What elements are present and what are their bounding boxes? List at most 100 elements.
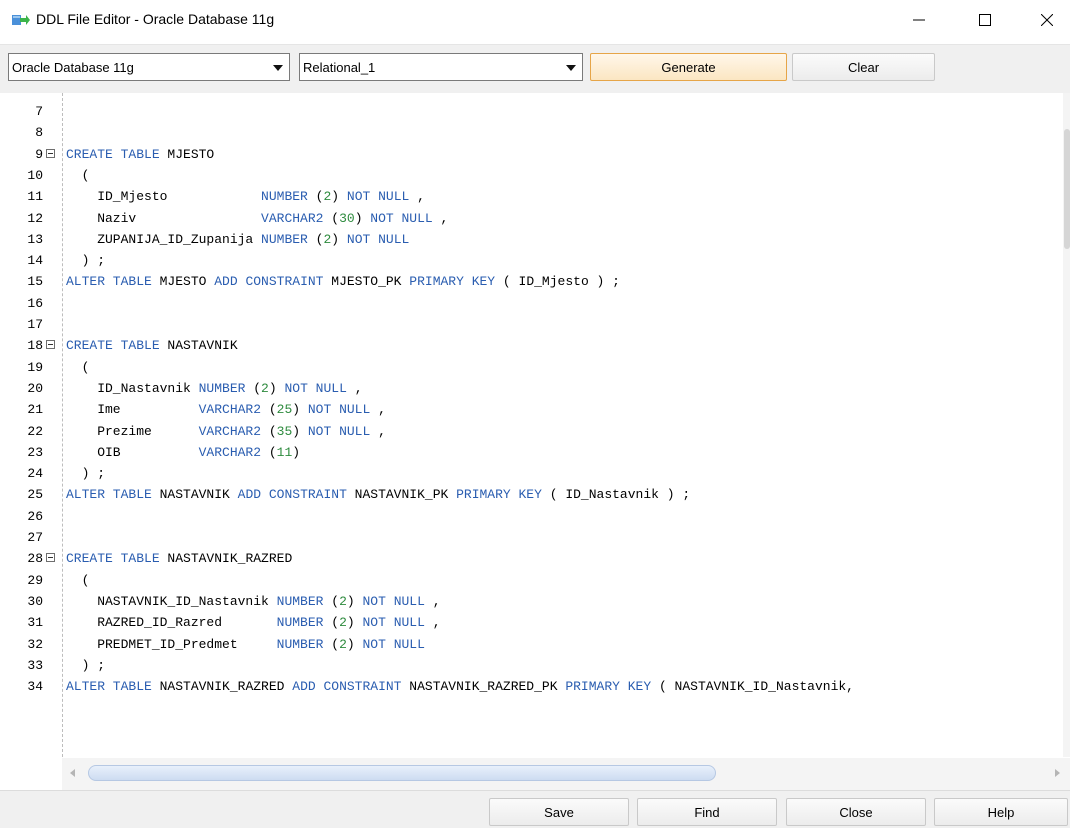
help-button[interactable]: Help — [934, 798, 1068, 826]
scroll-left-icon[interactable] — [70, 769, 75, 777]
sql-text: PREDMET_ID_Predmet — [66, 636, 277, 652]
code-line: 30 NASTAVNIK_ID_Nastavnik NUMBER (2) NOT… — [0, 591, 1063, 613]
sql-keyword: NOT NULL — [362, 593, 425, 609]
window-title: DDL File Editor - Oracle Database 11g — [36, 11, 275, 27]
sql-keyword: VARCHAR2 — [198, 423, 262, 439]
code-line: 18 CREATE TABLE NASTAVNIK — [0, 335, 1063, 357]
sql-text: , — [424, 615, 441, 631]
code-line: 17 — [0, 314, 1063, 336]
collapse-fold-icon[interactable] — [46, 148, 55, 158]
sql-text: NASTAVNIK_ID_Nastavnik — [66, 593, 277, 609]
line-number: 30 — [27, 593, 43, 609]
sql-keyword: NOT NULL — [370, 210, 433, 226]
code-line: 8 — [0, 122, 1063, 144]
collapse-fold-icon[interactable] — [46, 553, 55, 563]
sql-keyword: ALTER TABLE — [66, 274, 152, 290]
code-line: 15 ALTER TABLE MJESTO ADD CONSTRAINT MJES… — [0, 271, 1063, 293]
sql-number: 2 — [339, 593, 347, 609]
line-number: 29 — [27, 572, 43, 588]
sql-text: ( — [323, 636, 340, 652]
line-number: 34 — [27, 679, 43, 695]
vertical-scroll-thumb[interactable] — [1064, 129, 1070, 249]
sql-keyword: CREATE TABLE — [66, 338, 160, 354]
line-number: 13 — [27, 231, 43, 247]
line-number: 23 — [27, 444, 43, 460]
sql-number: 25 — [276, 402, 293, 418]
sql-keyword: NUMBER — [276, 636, 324, 652]
sql-text: ) — [292, 402, 308, 418]
line-number: 18 — [27, 338, 43, 354]
code-text: ) ; — [66, 655, 105, 677]
line-number: 19 — [27, 359, 43, 375]
sql-text: ( — [261, 423, 277, 439]
close-button[interactable]: Close — [786, 798, 926, 826]
code-line: 25 ALTER TABLE NASTAVNIK ADD CONSTRAINT N… — [0, 484, 1063, 506]
vertical-scrollbar[interactable] — [1063, 93, 1070, 757]
bottom-button-bar: Save Find Close Help — [0, 790, 1070, 828]
maximize-button[interactable] — [962, 0, 1008, 40]
code-text: PREDMET_ID_Predmet NUMBER (2) NOT NULL — [66, 634, 425, 656]
sql-text: ) — [346, 615, 363, 631]
line-number: 25 — [27, 487, 43, 503]
sql-text: NASTAVNIK — [151, 487, 238, 503]
code-text: CREATE TABLE NASTAVNIK_RAZRED — [66, 548, 292, 570]
code-line: 31 RAZRED_ID_Razred NUMBER (2) NOT NULL … — [0, 612, 1063, 634]
sql-number: 2 — [339, 615, 347, 631]
line-number: 14 — [27, 253, 43, 269]
model-select-value: Relational_1 — [303, 60, 376, 75]
line-number: 24 — [27, 466, 43, 482]
horizontal-scrollbar[interactable] — [62, 758, 1070, 790]
sql-text: Naziv — [66, 210, 262, 226]
code-line: 29 ( — [0, 570, 1063, 592]
code-line: 11 ID_Mjesto NUMBER (2) NOT NULL , — [0, 186, 1063, 208]
model-select[interactable]: Relational_1 — [299, 53, 583, 81]
title-bar: DDL File Editor - Oracle Database 11g — [0, 0, 1070, 40]
code-text: CREATE TABLE MJESTO — [66, 144, 214, 166]
sql-number: 11 — [276, 444, 293, 460]
line-number: 11 — [27, 189, 43, 205]
line-number: 16 — [27, 295, 43, 311]
line-number: 20 — [27, 380, 43, 396]
line-number: 10 — [27, 167, 43, 183]
sql-text: NASTAVNIK — [159, 338, 238, 354]
sql-text: , — [432, 210, 449, 226]
collapse-fold-icon[interactable] — [46, 340, 55, 350]
sql-keyword: NOT NULL — [307, 423, 371, 439]
code-text: ID_Nastavnik NUMBER (2) NOT NULL , — [66, 378, 362, 400]
sql-text: ) — [331, 189, 347, 205]
code-line: 21 Ime VARCHAR2 (25) NOT NULL , — [0, 399, 1063, 421]
sql-text: ) — [292, 423, 308, 439]
sql-text: ) — [346, 636, 363, 652]
toolbar: Oracle Database 11g Relational_1 Generat… — [0, 44, 1070, 94]
sql-keyword: PRIMARY KEY — [409, 274, 496, 290]
sql-keyword: NUMBER — [261, 189, 308, 205]
clear-button[interactable]: Clear — [792, 53, 935, 81]
minimize-button[interactable] — [896, 0, 942, 40]
code-text: ( — [66, 357, 90, 379]
find-button[interactable]: Find — [637, 798, 777, 826]
line-number: 9 — [35, 146, 43, 162]
sql-text: ( — [323, 615, 340, 631]
sql-keyword: ADD CONSTRAINT — [292, 679, 402, 695]
code-text: NASTAVNIK_ID_Nastavnik NUMBER (2) NOT NU… — [66, 591, 440, 613]
sql-text: ) — [268, 380, 285, 396]
minimize-icon — [913, 19, 925, 21]
horizontal-scroll-thumb[interactable] — [88, 765, 716, 781]
sql-text: , — [370, 402, 386, 418]
sql-text: MJESTO — [151, 274, 215, 290]
line-number: 28 — [27, 551, 43, 567]
generate-button[interactable]: Generate — [590, 53, 787, 81]
sql-text: ( ID_Mjesto ) ; — [495, 274, 620, 290]
code-line: 32 PREDMET_ID_Predmet NUMBER (2) NOT NUL… — [0, 634, 1063, 656]
scroll-right-icon[interactable] — [1055, 769, 1060, 777]
line-number: 22 — [27, 423, 43, 439]
sql-keyword: PRIMARY KEY — [456, 487, 542, 503]
code-line: 13 ZUPANIJA_ID_Zupanija NUMBER (2) NOT N… — [0, 229, 1063, 251]
sql-keyword: NOT NULL — [362, 615, 425, 631]
save-button[interactable]: Save — [489, 798, 629, 826]
window-close-button[interactable] — [1024, 0, 1070, 40]
sql-keyword: CREATE TABLE — [66, 146, 160, 162]
ddl-code-editor[interactable]: 7 8 9 CREATE TABLE MJESTO 10 (11 ID_Mjesto N… — [0, 93, 1063, 757]
database-select[interactable]: Oracle Database 11g — [8, 53, 290, 81]
sql-text: Prezime — [66, 423, 199, 439]
